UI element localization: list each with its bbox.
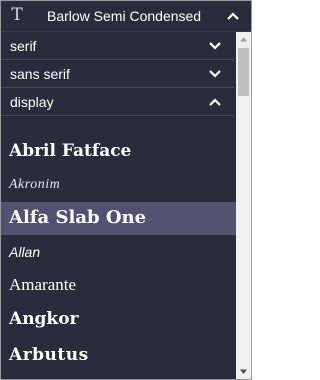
font-item-label: Arbutus [9,345,89,365]
font-item-label: Angkor [9,309,79,329]
font-item-label: Allan [9,244,41,260]
category-display[interactable]: display [1,88,234,116]
font-list: serif sans serif display Abril Fatface A… [1,32,236,379]
font-item-label: Amarante [9,275,77,294]
font-item-akronim[interactable]: Akronim [1,169,236,202]
chevron-up-icon[interactable] [226,9,240,23]
category-label: sans serif [10,66,70,82]
category-label: serif [10,38,37,54]
category-label: display [10,94,54,110]
font-picker-header[interactable]: T Barlow Semi Condensed [1,1,251,32]
selected-font-name: Barlow Semi Condensed [47,8,202,24]
font-item-angkor[interactable]: Angkor [1,303,236,336]
font-item-abril-fatface[interactable]: Abril Fatface [1,136,236,169]
chevron-up-icon [209,98,221,106]
font-picker-panel: T Barlow Semi Condensed serif sans serif… [0,0,252,380]
chevron-down-icon [209,42,221,50]
font-item-label: Akronim [9,177,61,192]
font-item-label: Alfa Slab One [9,207,147,228]
category-sans-serif[interactable]: sans serif [1,60,234,88]
font-item-allan[interactable]: Allan [1,235,236,268]
scrollbar-thumb[interactable] [238,48,249,96]
scroll-up-arrow-icon[interactable] [236,32,251,47]
scroll-down-arrow-icon[interactable] [236,364,251,379]
vertical-scrollbar[interactable] [236,32,251,379]
font-item-alfa-slab-one[interactable]: Alfa Slab One [1,202,236,235]
font-item-label: Abril Fatface [9,141,132,161]
font-item-amarante[interactable]: Amarante [1,268,236,301]
serif-t-icon: T [11,5,23,25]
category-serif[interactable]: serif [1,32,234,60]
font-item-arbutus[interactable]: Arbutus [1,340,236,373]
chevron-down-icon [209,70,221,78]
